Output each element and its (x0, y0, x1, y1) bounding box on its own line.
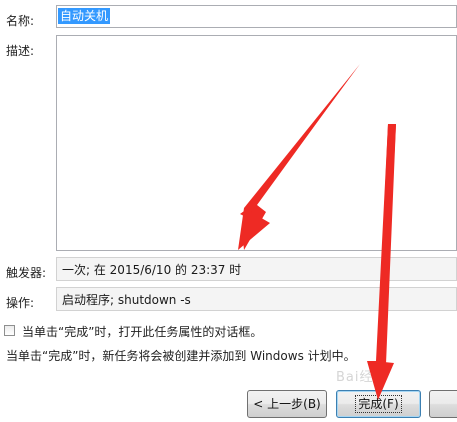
red-arrow-to-trigger (238, 64, 360, 250)
annotation-arrows-overlay (238, 64, 396, 400)
red-arrow-to-finish (367, 124, 396, 400)
